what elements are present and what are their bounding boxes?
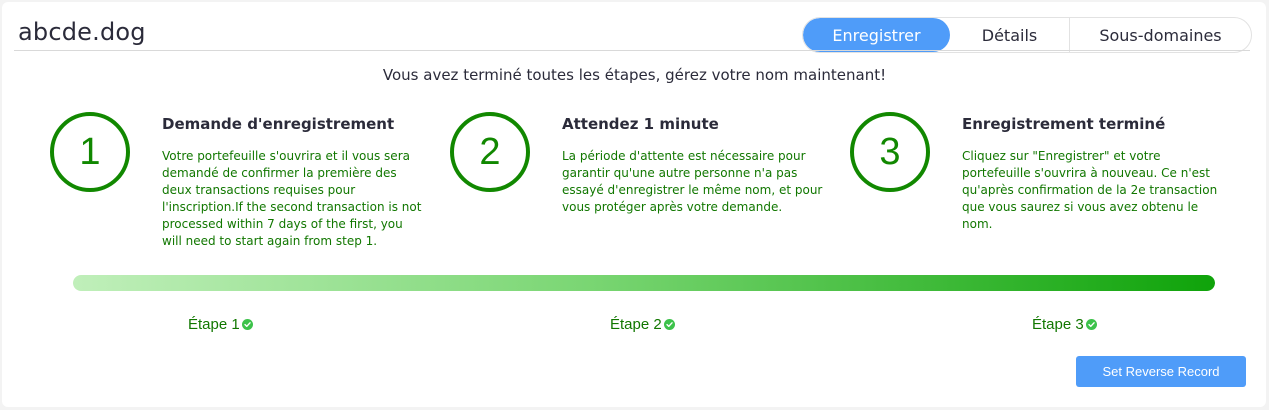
set-reverse-record-button[interactable]: Set Reverse Record [1076, 356, 1246, 387]
step-label-text: Étape 1 [188, 316, 240, 333]
step-title: Demande d'enregistrement [162, 115, 395, 133]
check-circle-icon [663, 319, 675, 330]
step-title: Attendez 1 minute [562, 115, 719, 133]
step-label-text: Étape 2 [610, 316, 662, 333]
tab-subdomains[interactable]: Sous-domaines [1070, 18, 1251, 52]
completion-message: Vous avez terminé toutes les étapes, gér… [382, 66, 887, 84]
progress-fill [73, 275, 1215, 291]
step-title: Enregistrement terminé [962, 115, 1166, 133]
tab-register[interactable]: Enregistrer [803, 18, 950, 52]
step-label-1: Étape 1 [188, 316, 253, 333]
tab-details[interactable]: Détails [950, 18, 1070, 52]
check-circle-icon [241, 319, 253, 330]
step-description: Votre portefeuille s'ouvrira et il vous … [162, 149, 422, 248]
step-number-circle: 1 [50, 112, 130, 192]
step-label-3: Étape 3 [1032, 316, 1097, 333]
step-label-2: Étape 2 [610, 316, 675, 333]
tab-bar: Enregistrer Détails Sous-domaines [802, 17, 1252, 53]
check-circle-icon [1085, 319, 1097, 330]
step-description: La période d'attente est nécessaire pour… [562, 149, 823, 214]
domain-title: abcde.dog [18, 18, 146, 46]
header-divider [14, 50, 1250, 51]
step-description: Cliquez sur "Enregistrer" et votre porte… [962, 149, 1218, 231]
progress-bar [73, 275, 1215, 291]
step-label-text: Étape 3 [1032, 316, 1084, 333]
step-number-circle: 2 [450, 112, 530, 192]
step-number-circle: 3 [850, 112, 930, 192]
